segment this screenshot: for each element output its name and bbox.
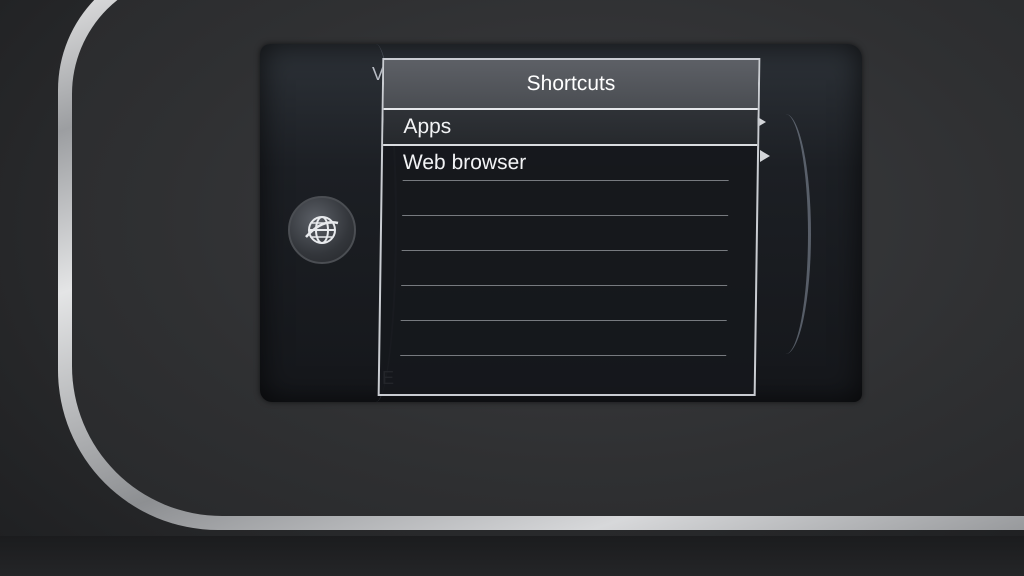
shortcuts-popup: Shortcuts Apps Web browser bbox=[377, 58, 761, 396]
menu-item-web-browser[interactable]: Web browser bbox=[402, 146, 730, 181]
menu-row-empty bbox=[400, 321, 727, 356]
popup-title: Shortcuts bbox=[526, 72, 616, 95]
web-browser-arrow-icon[interactable] bbox=[760, 150, 770, 162]
menu-row-empty bbox=[400, 286, 728, 321]
globe-button[interactable] bbox=[288, 196, 356, 264]
menu-row-empty bbox=[401, 216, 729, 251]
menu-item-label: Apps bbox=[403, 115, 452, 138]
menu-item-label: Web browser bbox=[402, 151, 527, 174]
dashboard-leather bbox=[0, 536, 1024, 576]
menu-row-empty bbox=[401, 251, 728, 286]
menu-item-apps[interactable]: Apps bbox=[383, 110, 758, 146]
infotainment-screen: V E Shortcuts Apps Web browser bbox=[260, 44, 862, 402]
globe-icon bbox=[305, 216, 339, 244]
dashboard-scene: V E Shortcuts Apps Web browser bbox=[0, 0, 1024, 576]
menu-row-empty bbox=[402, 181, 729, 216]
popup-header: Shortcuts bbox=[383, 60, 759, 110]
menu-row-empty bbox=[400, 356, 726, 390]
